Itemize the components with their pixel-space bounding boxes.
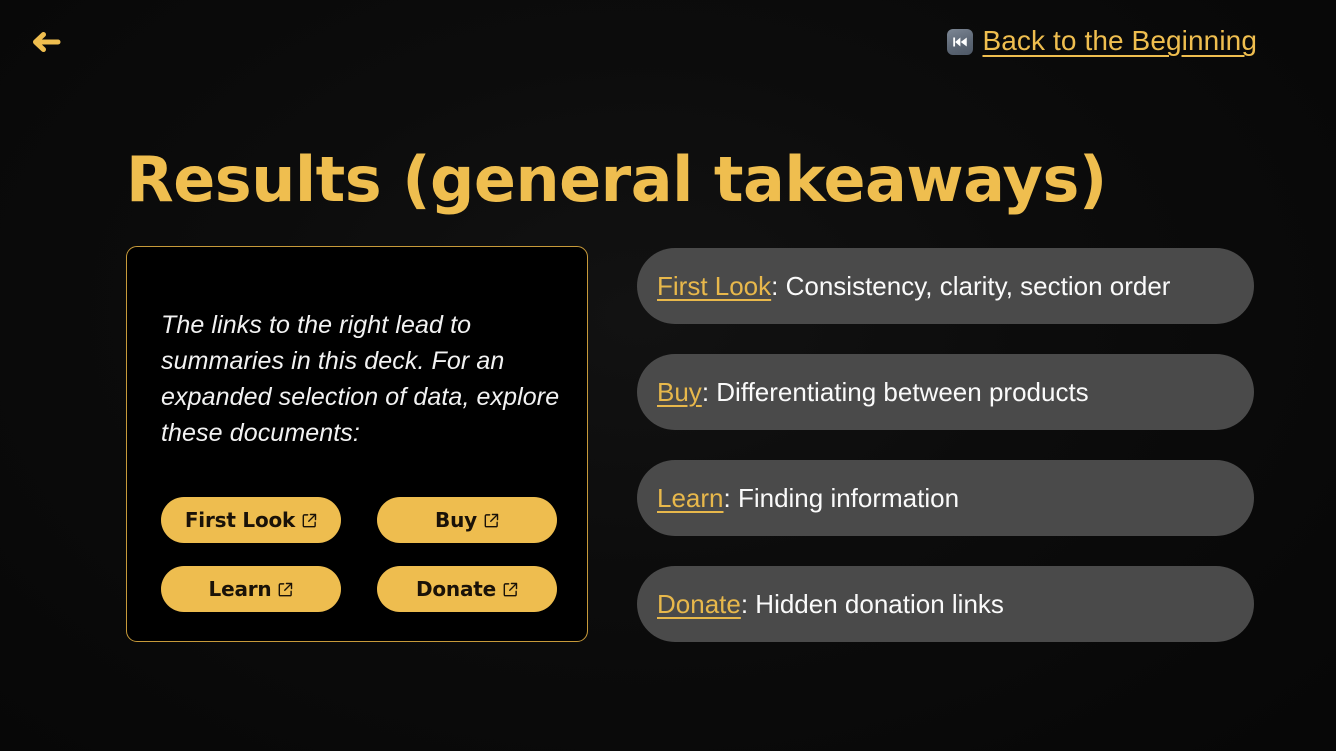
info-card: The links to the right lead to summaries…: [126, 246, 588, 642]
learn-button[interactable]: Learn: [161, 566, 341, 612]
takeaway-link-learn[interactable]: Learn: [657, 483, 724, 513]
rewind-emoji-icon: [947, 29, 974, 55]
learn-button-label: Learn: [208, 577, 272, 601]
takeaway-description: : Finding information: [723, 483, 960, 513]
page-title: Results (general takeaways): [126, 142, 1107, 216]
external-link-icon: [302, 513, 317, 528]
takeaway-description: : Consistency, clarity, section order: [771, 271, 1171, 301]
takeaway-link-first-look[interactable]: First Look: [657, 271, 771, 301]
takeaway-link-donate[interactable]: Donate: [657, 589, 741, 619]
buy-button[interactable]: Buy: [377, 497, 557, 543]
external-link-icon: [503, 582, 518, 597]
back-arrow-button[interactable]: [28, 26, 64, 58]
info-card-paragraph: The links to the right lead to summaries…: [161, 311, 560, 447]
buy-button-label: Buy: [435, 508, 477, 532]
external-link-icon: [484, 513, 499, 528]
takeaway-description: : Differentiating between products: [701, 377, 1089, 407]
takeaway-row[interactable]: Buy : Differentiating between products: [637, 354, 1254, 430]
first-look-button[interactable]: First Look: [161, 497, 341, 543]
takeaway-row[interactable]: Learn : Finding information: [637, 460, 1254, 536]
takeaway-description: : Hidden donation links: [740, 589, 1004, 619]
slide: Back to the Beginning Results (general t…: [0, 0, 1336, 751]
takeaway-row[interactable]: First Look : Consistency, clarity, secti…: [637, 248, 1254, 324]
back-to-beginning-link[interactable]: Back to the Beginning: [947, 24, 1257, 58]
donate-button-label: Donate: [415, 577, 496, 601]
takeaway-row[interactable]: Donate : Hidden donation links: [637, 566, 1254, 642]
document-links-grid: First Look Buy Learn Donate: [161, 497, 561, 612]
first-look-button-label: First Look: [184, 508, 296, 532]
takeaways-list: First Look : Consistency, clarity, secti…: [637, 248, 1254, 642]
takeaway-link-buy[interactable]: Buy: [657, 377, 702, 407]
arrow-left-icon: [33, 32, 61, 52]
external-link-icon: [278, 582, 293, 597]
donate-button[interactable]: Donate: [377, 566, 557, 612]
back-to-beginning-label: Back to the Beginning: [982, 25, 1257, 56]
